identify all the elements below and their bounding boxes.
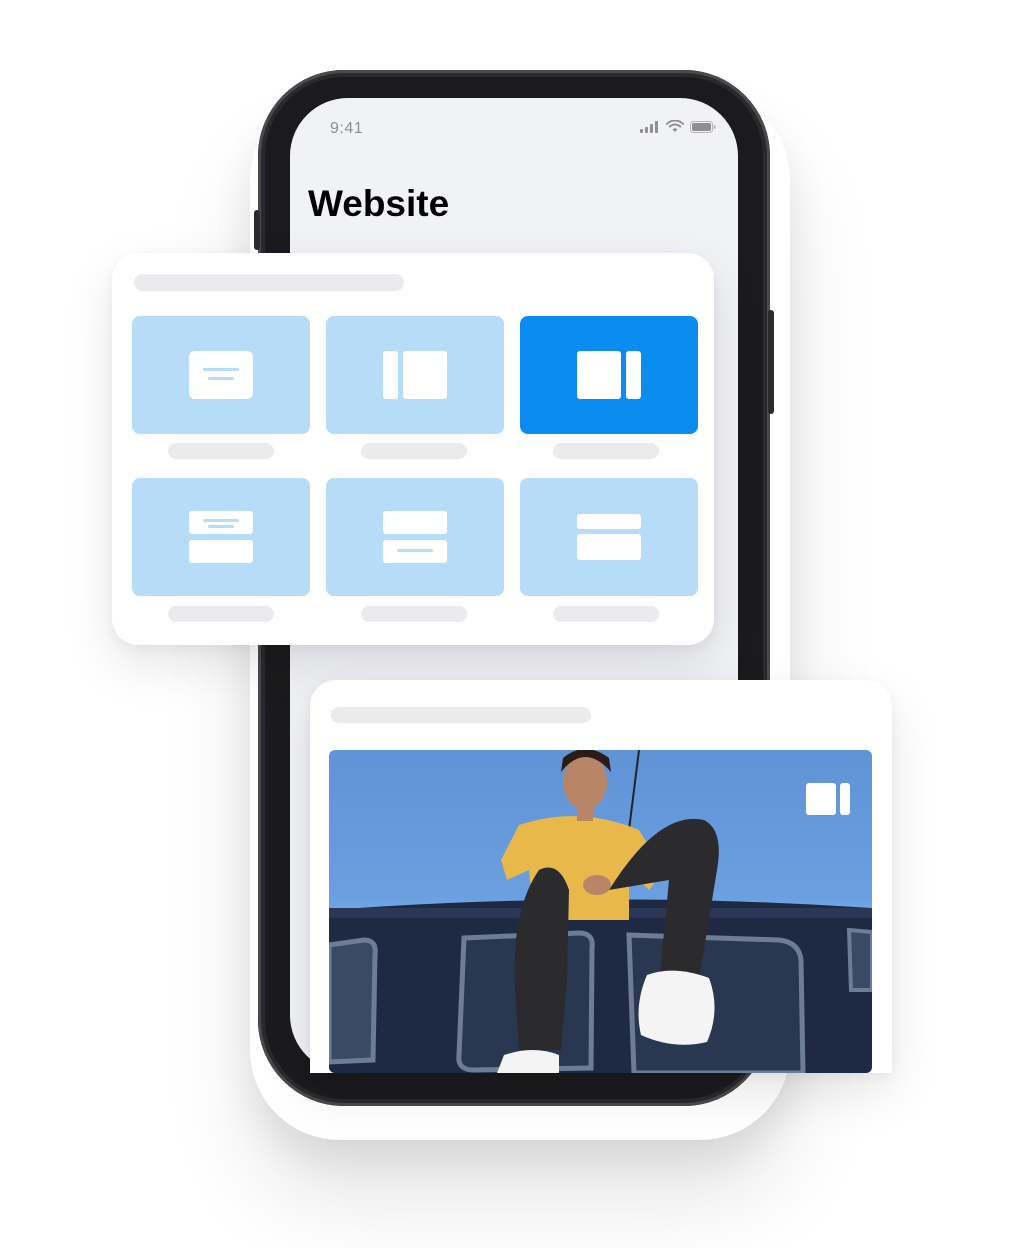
picker-title-placeholder [134, 274, 404, 291]
page-title: Website [308, 183, 450, 224]
two-row-stack-layout-icon [577, 514, 641, 560]
power-button [768, 310, 774, 414]
left-sidebar-layout-icon [383, 351, 447, 399]
photo-illustration [329, 750, 872, 1073]
right-sidebar-layout-icon [806, 783, 850, 815]
layout-preview-card [310, 680, 892, 1073]
layout-tile-label [361, 443, 467, 459]
person-sitting-on-van-photo [329, 750, 872, 1073]
text-top-stack-layout-icon [189, 511, 253, 563]
mute-switch [254, 210, 260, 250]
layout-tile-label [553, 606, 659, 622]
layout-tile-text-card[interactable] [132, 316, 310, 434]
preview-title-placeholder [331, 707, 591, 723]
layout-tile-text-bottom-stack[interactable] [326, 478, 504, 596]
right-sidebar-layout-icon [577, 351, 641, 399]
layout-tile-text-top-stack[interactable] [132, 478, 310, 596]
signal-icon [640, 120, 658, 133]
layout-tile-label [168, 443, 274, 459]
battery-icon [690, 120, 716, 133]
layout-picker-card [112, 253, 714, 645]
layout-tile-left-sidebar[interactable] [326, 316, 504, 434]
layout-tile-label [361, 606, 467, 622]
text-bottom-stack-layout-icon [383, 511, 447, 563]
layout-tile-two-row-stack[interactable] [520, 478, 698, 596]
status-time: 9:41 [330, 120, 364, 137]
wifi-icon [666, 120, 684, 132]
status-icons [640, 120, 716, 133]
layout-tile-label [168, 606, 274, 622]
layout-tile-right-sidebar[interactable] [520, 316, 698, 434]
layout-tile-label [553, 443, 659, 459]
text-card-layout-icon [189, 351, 253, 399]
